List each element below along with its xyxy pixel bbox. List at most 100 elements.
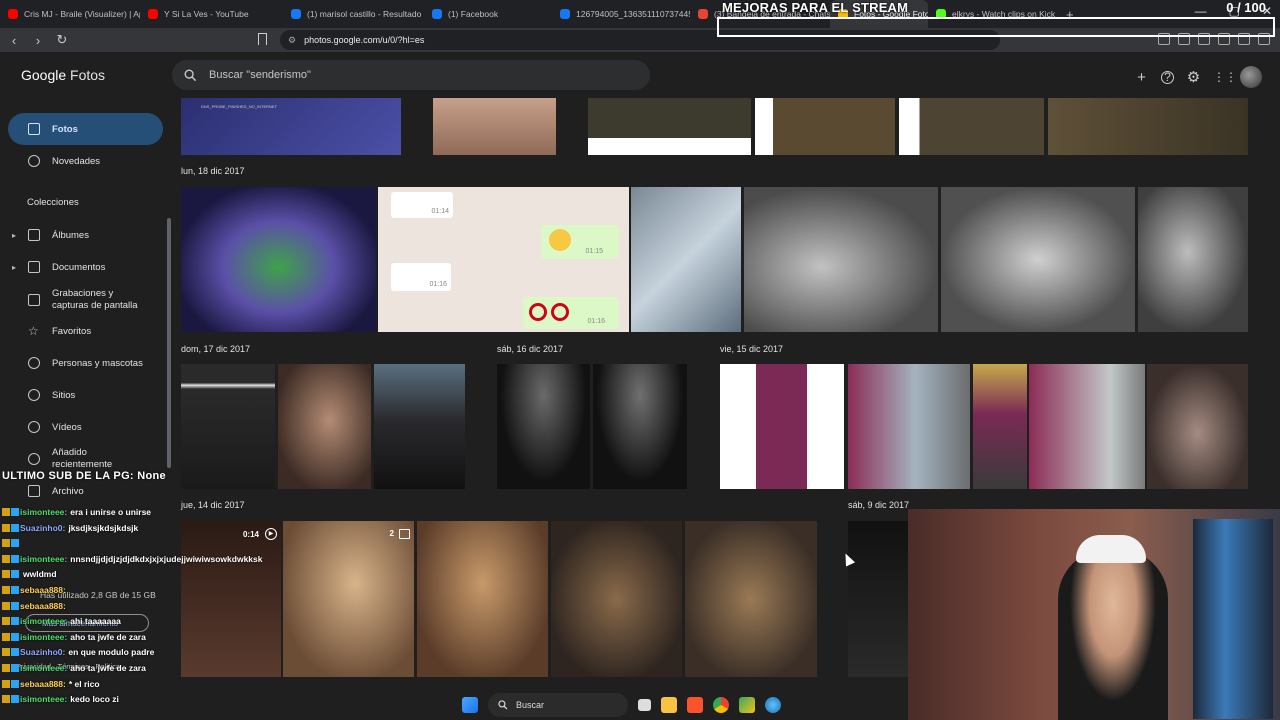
sidebar-item-label: Novedades [52, 155, 101, 167]
face-icon [28, 357, 40, 369]
photo-thumbnail[interactable] [497, 364, 590, 489]
sidebar-item-documentos[interactable]: ▸ Documentos [8, 251, 163, 283]
photo-thumbnail[interactable] [417, 521, 548, 677]
task-view-icon[interactable] [638, 699, 651, 711]
minimize-button[interactable]: — [1195, 4, 1207, 18]
prohibited-icon [551, 303, 569, 321]
photo-thumbnail[interactable] [755, 98, 895, 155]
chat-username: isimonteee: [20, 694, 68, 705]
sidebar-scrollbar[interactable] [167, 218, 171, 468]
sub-badge-icon [11, 648, 19, 657]
tab-favicon-icon [698, 9, 708, 19]
photo-thumbnail[interactable] [899, 98, 1044, 155]
chevron-right-icon[interactable]: ▸ [12, 263, 16, 272]
sidebar-item-videos[interactable]: Vídeos [8, 411, 163, 443]
photo-thumbnail[interactable] [685, 521, 817, 677]
crown-badge-icon [2, 508, 10, 516]
webcam-overlay [908, 509, 1280, 720]
search-input[interactable]: Buscar "senderismo" [172, 60, 650, 90]
chevron-right-icon[interactable]: ▸ [12, 231, 16, 240]
photo-thumbnail[interactable] [433, 98, 556, 155]
webcam-person [1058, 549, 1168, 720]
webcam-chair [1193, 519, 1273, 719]
sidebar-item-favoritos[interactable]: ☆ Favoritos [8, 315, 163, 347]
chat-time: 01:16 [429, 281, 447, 288]
search-icon [184, 69, 197, 81]
photo-thumbnail[interactable] [374, 364, 465, 489]
add-icon[interactable]: + [1134, 70, 1149, 85]
chrome-icon[interactable] [713, 697, 729, 713]
photo-thumbnail[interactable] [631, 187, 741, 332]
chat-username: sebaaa888: [20, 600, 66, 611]
windows-start-icon[interactable] [462, 697, 478, 713]
photo-thumbnail[interactable] [593, 364, 687, 489]
sidebar-item-fotos[interactable]: Fotos [8, 113, 163, 145]
chat-username: sebaaa888: [20, 678, 66, 689]
photo-thumbnail[interactable] [278, 364, 371, 489]
browser-tab[interactable]: Y Si La Ves - YouTube [140, 0, 283, 28]
photo-thumbnail[interactable] [848, 521, 908, 677]
chat-username: Suazinho0: [20, 647, 66, 658]
photo-thumbnail[interactable] [1048, 98, 1248, 155]
chat-text: aho ta jwfe de zara [70, 631, 146, 642]
photo-thumbnail[interactable]: 2 [283, 521, 414, 677]
chat-screenshot-thumbnail[interactable]: 01:14 01:15 01:16 01:16 [378, 187, 629, 332]
photo-thumbnail[interactable] [941, 187, 1135, 332]
sub-badge-icon [11, 508, 19, 516]
stream-goal-title: MEJORAS PARA EL STREAM [722, 0, 909, 15]
sidebar-item-personas[interactable]: Personas y mascotas [8, 347, 163, 379]
tab-label: (1) Facebook [448, 9, 499, 19]
crown-badge-icon [2, 601, 10, 610]
chat-message: isimonteee: nnsndjjdjdjzjdjdkdxjxjxjudejj… [2, 554, 262, 564]
avatar[interactable] [1240, 66, 1262, 88]
photo-thumbnail[interactable] [720, 364, 844, 489]
taskbar-search-label: Buscar [516, 700, 545, 710]
sidebar-item-sitios[interactable]: Sitios [8, 379, 163, 411]
brave-browser-icon[interactable] [687, 697, 703, 713]
google-photos-logo[interactable]: Google Fotos [21, 67, 105, 83]
sidebar-item-novedades[interactable]: Novedades [8, 145, 163, 177]
crown-badge-icon [2, 632, 10, 641]
gear-icon[interactable]: ⚙ [1186, 70, 1201, 85]
photo-thumbnail[interactable] [551, 521, 682, 677]
globe-icon[interactable] [765, 697, 781, 713]
chat-username: isimonteee: [20, 553, 68, 564]
reload-icon[interactable]: ↻ [52, 32, 72, 48]
chat-time: 01:14 [431, 208, 449, 215]
photo-thumbnail[interactable] [588, 98, 751, 155]
file-explorer-icon[interactable] [661, 697, 677, 713]
photo-thumbnail[interactable] [1147, 364, 1248, 489]
bookmark-icon[interactable] [258, 33, 267, 45]
sidebar-item-albumes[interactable]: ▸ Álbumes [8, 219, 163, 251]
tab-favicon-icon [8, 9, 18, 19]
browser-tab[interactable]: (1) marisol castillo - Resultado [283, 0, 424, 28]
back-icon[interactable]: ‹ [4, 33, 24, 48]
crown-badge-icon [2, 679, 10, 688]
photo-thumbnail[interactable] [744, 187, 938, 332]
browser-tab[interactable]: Cris MJ - Braile (Visualizer) | Ap [0, 0, 140, 28]
date-header: dom, 17 dic 2017 [181, 344, 251, 354]
chat-message: isimonteee: aho ta jwfe de zara [2, 663, 146, 673]
photo-thumbnail[interactable] [973, 364, 1027, 489]
help-icon[interactable]: ? [1161, 70, 1174, 84]
sub-badge-icon [11, 586, 19, 594]
app-icon[interactable] [739, 697, 755, 713]
sidebar-item-grabaciones[interactable]: Grabaciones y capturas de pantalla [8, 284, 163, 316]
apps-grid-icon[interactable]: ⋮⋮ [1213, 70, 1237, 85]
browser-tab[interactable]: 126794005_136351110737445 [552, 0, 690, 28]
chat-message: sebaaa888: [2, 585, 69, 595]
chat-message: isimonteee: kedo loco zi [2, 694, 119, 704]
forward-icon[interactable]: › [28, 33, 48, 48]
taskbar-search[interactable]: Buscar [488, 693, 628, 717]
chat-text: jksdjksjkdsjkdsjk [68, 522, 139, 533]
crown-badge-icon [2, 664, 10, 672]
browser-tab[interactable]: (1) Facebook [424, 0, 552, 28]
chat-message: Suazinho0: en que modulo padre [2, 647, 154, 657]
photo-thumbnail[interactable] [181, 187, 376, 332]
photo-thumbnail[interactable] [1138, 187, 1248, 332]
photo-thumbnail[interactable]: DNS_PROBE_FINISHED_NO_INTERNET [181, 98, 401, 155]
site-info-icon[interactable]: ⚙ [288, 35, 296, 46]
tab-favicon-icon [291, 9, 301, 19]
photo-thumbnail[interactable] [848, 364, 970, 489]
photo-thumbnail[interactable] [1029, 364, 1145, 489]
